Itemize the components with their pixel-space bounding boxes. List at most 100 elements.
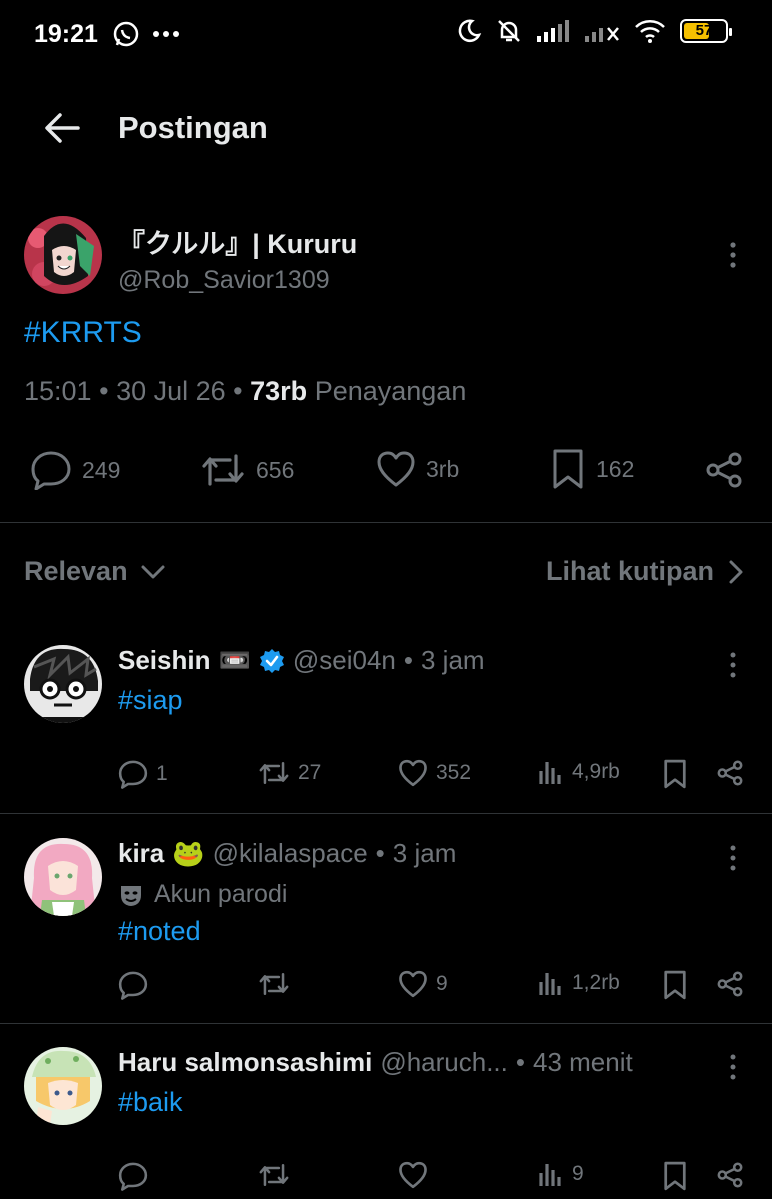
more-dots-icon [152,30,180,38]
reply-button[interactable] [118,1161,156,1191]
whatsapp-icon [112,20,140,48]
moon-icon [456,18,482,44]
reply-avatar[interactable] [24,838,102,916]
post-hashtag[interactable]: #KRRTS [24,316,142,350]
bookmark-icon [553,449,583,489]
like-button[interactable]: 352 [398,759,471,787]
reply-author-name[interactable]: Seishin [118,645,210,676]
like-button[interactable] [398,1161,436,1189]
reply-actions: 9 [0,1161,772,1197]
parody-text: Akun parodi [154,880,288,908]
sort-label: Relevan [24,556,128,586]
views-count: 9 [572,1162,584,1185]
views-count: 4,9rb [572,760,620,783]
more-options-icon[interactable] [728,844,738,874]
divider [0,1023,772,1024]
like-button[interactable]: 9 [398,970,448,998]
theater-mask-icon [121,885,141,906]
reply-count: 249 [82,456,121,483]
share-icon [717,1162,743,1188]
repost-button[interactable] [258,970,298,998]
reply-button[interactable]: 1 [118,759,168,789]
reply-icon [118,971,148,1000]
reply-item[interactable]: Seishin 📼 @sei04n • 3 jam #siap 1 27 352… [0,645,772,813]
reply-button[interactable] [118,970,156,1000]
more-options-icon[interactable] [728,1053,738,1083]
reply-avatar[interactable] [24,1047,102,1125]
share-button[interactable] [716,970,744,998]
repost-button[interactable] [258,1161,298,1189]
heart-icon [399,759,427,787]
divider [0,522,772,523]
bookmark-icon [664,1161,686,1191]
reply-time: 43 menit [532,1047,633,1077]
reply-hashtag[interactable]: #noted [118,916,201,947]
analytics-icon [539,973,561,995]
reply-item[interactable]: kira 🐸 @kilalaspace • 3 jam Akun parodi … [0,838,772,1022]
like-count: 3rb [426,455,460,482]
like-button[interactable]: 3rb [376,450,459,488]
bookmark-button[interactable] [662,970,688,1000]
reply-avatar[interactable] [24,645,102,723]
divider [0,813,772,814]
repost-button[interactable]: 656 [200,450,294,490]
repost-icon [259,1164,289,1186]
like-count: 9 [436,972,448,995]
bookmark-button[interactable]: 162 [550,448,634,490]
repost-icon [202,454,244,486]
author-handle[interactable]: @Rob_Savior1309 [118,266,330,295]
analytics-icon [539,1164,561,1186]
reply-hashtag[interactable]: #baik [118,1087,183,1118]
signal-icon [536,20,570,42]
post-time: 15:01 [24,376,92,406]
meta-separator: • [99,376,109,406]
meta-separator: • [233,376,243,406]
bookmark-button[interactable] [662,759,688,789]
share-button[interactable] [704,450,744,490]
author-avatar[interactable] [24,216,102,294]
repost-icon [259,973,289,995]
heart-icon [399,970,427,998]
dot-separator: • [375,838,385,868]
bell-off-icon [496,18,522,44]
more-options-icon[interactable] [728,651,738,681]
post-meta: 15:01 • 30 Jul 26 • 73rb Penayangan [24,376,466,407]
reply-author-handle[interactable]: @haruch... [380,1047,508,1078]
views-button[interactable]: 4,9rb [538,759,620,785]
author-name[interactable]: 『クルル』| Kururu [118,222,357,261]
reply-author-name[interactable]: Haru salmonsashimi [118,1047,372,1078]
dot-separator: • [403,645,413,675]
bookmark-button[interactable] [662,1161,688,1191]
sort-dropdown[interactable]: Relevan [24,556,166,587]
view-quotes-link[interactable]: Lihat kutipan [546,556,744,587]
more-options-icon[interactable] [728,240,738,270]
chevron-down-icon [141,565,165,578]
repost-count: 27 [298,761,322,784]
bookmark-icon [664,759,686,789]
reply-icon [31,451,71,490]
share-icon [717,760,743,786]
bookmark-count: 162 [596,455,635,482]
back-arrow-icon[interactable] [42,110,82,146]
share-button[interactable] [716,759,744,787]
like-count: 352 [436,761,472,784]
page-title: Postingan [118,110,268,145]
reply-time: 3 jam [420,645,485,675]
reply-hashtag[interactable]: #siap [118,685,183,716]
reply-author-name[interactable]: kira [118,838,164,869]
wifi-icon [634,19,666,43]
sort-bar: Relevan Lihat kutipan [0,548,772,598]
share-button[interactable] [716,1161,744,1189]
reply-button[interactable]: 249 [30,450,120,490]
reply-author-handle[interactable]: @sei04n [293,645,396,676]
top-bar: Postingan [0,96,772,160]
views-button[interactable]: 1,2rb [538,970,620,996]
reply-author-handle[interactable]: @kilalaspace [213,838,368,869]
cassette-emoji: 📼 [218,645,251,675]
reply-item[interactable]: Haru salmonsashimi @haruch... • 43 menit… [0,1047,772,1199]
views-label: Penayangan [314,376,467,406]
repost-button[interactable]: 27 [258,759,321,787]
reply-actions: 1 27 352 4,9rb [0,759,772,795]
battery-level: 57 [695,22,713,39]
views-button[interactable]: 9 [538,1161,584,1187]
